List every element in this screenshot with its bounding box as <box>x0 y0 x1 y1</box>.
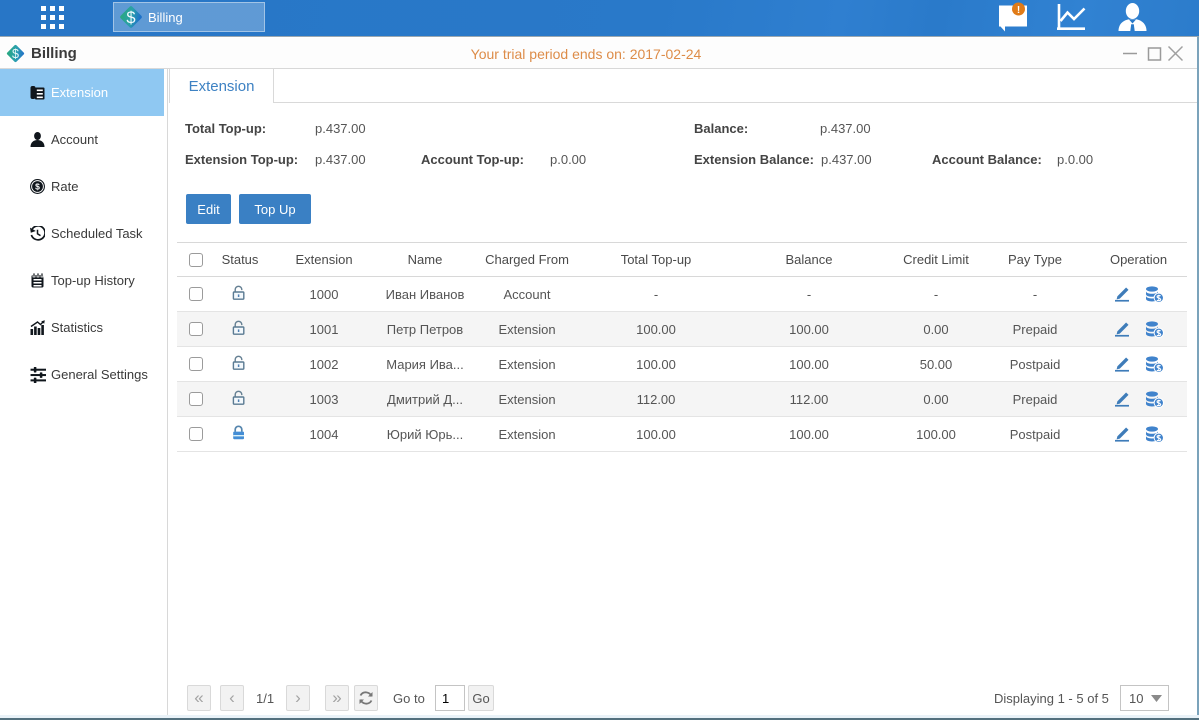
svg-text:$: $ <box>35 182 40 192</box>
svg-text:!: ! <box>1017 5 1020 16</box>
svg-text:$: $ <box>126 9 135 27</box>
